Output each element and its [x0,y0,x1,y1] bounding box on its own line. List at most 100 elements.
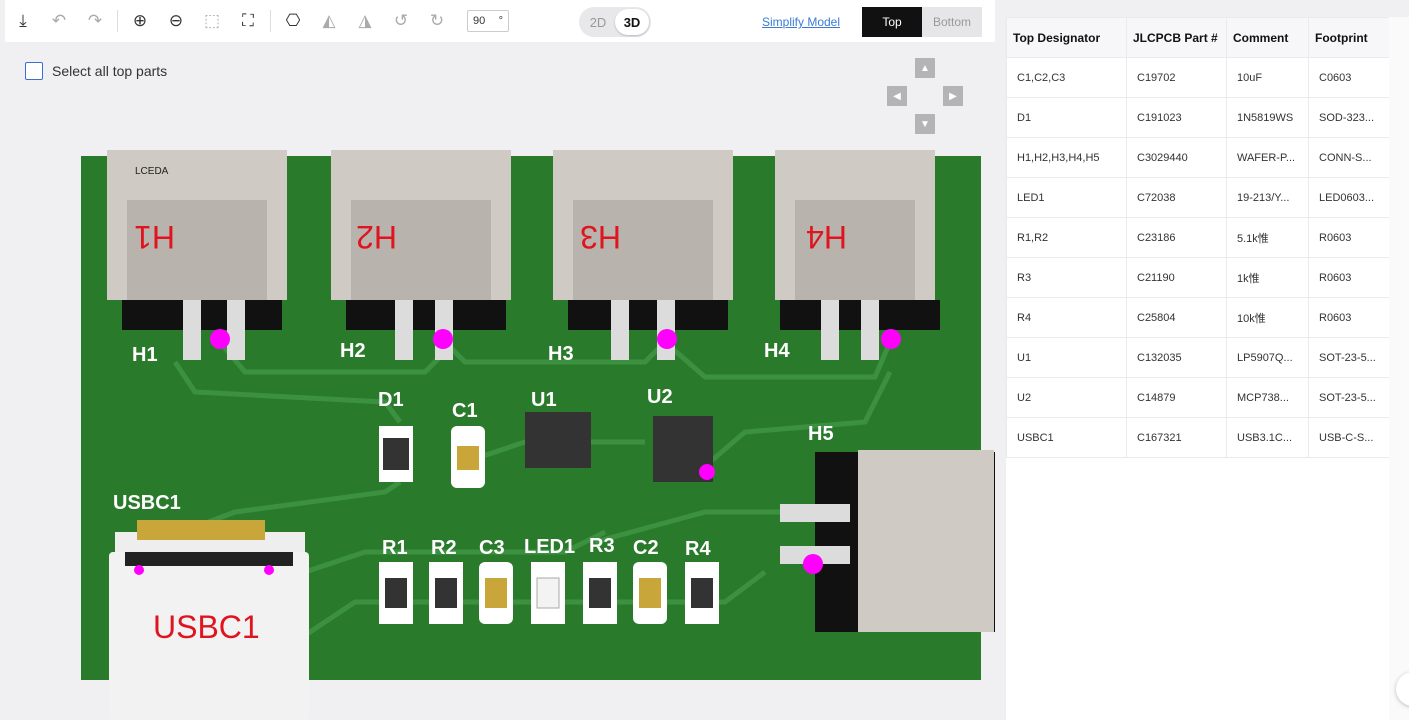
capacitor-c1[interactable] [451,426,485,488]
view-front-icon[interactable]: ◭ [311,0,347,42]
redo-icon[interactable]: ↷ [77,0,113,42]
top-side-button[interactable]: Top [862,7,922,37]
bom-cell: U1 [1006,337,1127,378]
bom-row[interactable]: R3 C21190 1k惟 R0603 [1006,257,1391,298]
capacitor-c2[interactable] [633,562,667,624]
toolbar-divider [117,10,118,32]
silk-c3: C3 [479,537,505,559]
silk-h4: H4 [764,340,790,362]
bom-cell: WAFER-P... [1226,137,1309,178]
capacitor-c3[interactable] [479,562,513,624]
pcb-render[interactable]: LCEDA H1 H2 H3 H4 H5 D1 C1 U1 U2 USBC1 R… [5,42,995,720]
ldo-u1[interactable] [525,412,591,468]
bottom-side-button[interactable]: Bottom [922,7,982,37]
zoom-out-icon[interactable]: ⊖ [158,0,194,42]
bom-cell: 1N5819WS [1226,97,1309,138]
bom-row[interactable]: D1 C191023 1N5819WS SOD-323... [1006,97,1391,138]
body-label-usbc1: USBC1 [153,609,260,645]
bom-column-header[interactable]: JLCPCB Part # [1126,17,1227,58]
diode-d1[interactable] [379,426,413,482]
bom-row[interactable]: H1,H2,H3,H4,H5 C3029440 WAFER-P... CONN-S..… [1006,137,1391,178]
view-2d-button[interactable]: 2D [581,9,615,35]
bom-table: Top Designator JLCPCB Part # Comment Footpr… [1006,17,1391,458]
bom-cell: 19-213/Y... [1226,177,1309,218]
bom-cell: LP5907Q... [1226,337,1309,378]
undo-icon[interactable]: ↶ [41,0,77,42]
bom-cell: USBC1 [1006,417,1127,458]
bom-row[interactable]: U2 C14879 MCP738... SOT-23-5... [1006,377,1391,418]
rotation-angle-input[interactable]: 90 ° [467,10,509,32]
scroll-rail[interactable] [1389,17,1409,720]
bom-table-panel: Top Designator JLCPCB Part # Comment Footpr… [1005,17,1391,720]
view-mode-toggle: 2D 3D [579,7,651,37]
bom-cell: 1k惟 [1226,257,1309,298]
bom-cell: MCP738... [1226,377,1309,418]
bom-cell: C132035 [1126,337,1227,378]
body-label-h1: H1 [134,219,175,255]
body-label-h3: H3 [580,219,621,255]
bom-row[interactable]: R1,R2 C23186 5.1k惟 R0603 [1006,217,1391,258]
resistor-r1[interactable] [379,562,413,624]
bom-cell: 10uF [1226,57,1309,98]
silk-r2: R2 [431,537,457,559]
bom-cell: C25804 [1126,297,1227,338]
fit-view-icon[interactable]: ⛶ [230,0,266,42]
bom-row[interactable]: C1,C2,C3 C19702 10uF C0603 [1006,57,1391,98]
angle-unit: ° [498,15,503,27]
bom-cell: R1,R2 [1006,217,1127,258]
3d-viewport[interactable]: Select all top parts ▲ ◀ ▶ ▼ LCEDA H1 H2… [5,42,995,720]
bom-cell: CONN-S... [1308,137,1391,178]
bom-cell: C23186 [1126,217,1227,258]
zoom-area-icon[interactable]: ⬚ [194,0,230,42]
silk-d1: D1 [378,389,404,411]
bom-cell: 10k惟 [1226,297,1309,338]
bom-cell: C1,C2,C3 [1006,57,1127,98]
connector-brand-label: LCEDA [135,166,169,177]
bom-cell: C0603 [1308,57,1391,98]
bom-cell: C14879 [1126,377,1227,418]
body-label-h4: H4 [806,219,847,255]
bom-row[interactable]: U1 C132035 LP5907Q... SOT-23-5... [1006,337,1391,378]
simplify-model-link[interactable]: Simplify Model [762,15,840,29]
bom-cell: R0603 [1308,297,1391,338]
resistor-r3[interactable] [583,562,617,624]
connector-h1[interactable]: LCEDA [107,150,287,360]
bom-cell: USB-C-S... [1308,417,1391,458]
bom-cell: D1 [1006,97,1127,138]
view-side-icon[interactable]: ◮ [347,0,383,42]
bom-cell: USB3.1C... [1226,417,1309,458]
bom-row[interactable]: LED1 C72038 19-213/Y... LED0603... [1006,177,1391,218]
zoom-in-icon[interactable]: ⊕ [122,0,158,42]
bom-column-header[interactable]: Footprint [1308,17,1391,58]
pcb-3d-viewer-app: ⤓ ↶ ↷ ⊕ ⊖ ⬚ ⛶ ⎔ ◭ ◮ ↺ ↻ 90 ° 2D 3D Simpl… [0,0,1409,720]
silk-led1: LED1 [524,536,575,558]
silk-r1: R1 [382,537,408,559]
bom-row[interactable]: R4 C25804 10k惟 R0603 [1006,297,1391,338]
bom-cell: H1,H2,H3,H4,H5 [1006,137,1127,178]
resistor-r2[interactable] [429,562,463,624]
bom-cell: SOT-23-5... [1308,377,1391,418]
silk-u2: U2 [647,386,673,408]
bom-cell: LED0603... [1308,177,1391,218]
connector-h3[interactable] [553,150,733,360]
bom-row[interactable]: USBC1 C167321 USB3.1C... USB-C-S... [1006,417,1391,458]
connector-h4[interactable] [775,150,940,360]
bom-cell: C21190 [1126,257,1227,298]
toolbar: ⤓ ↶ ↷ ⊕ ⊖ ⬚ ⛶ ⎔ ◭ ◮ ↺ ↻ 90 ° [5,0,995,42]
view-3d-button[interactable]: 3D [615,9,649,35]
bom-column-header[interactable]: Top Designator [1006,17,1127,58]
led-led1[interactable] [531,562,565,624]
rotate-right-icon[interactable]: ↻ [419,0,455,42]
silk-u1: U1 [531,389,557,411]
silk-r4: R4 [685,538,711,560]
auto-fit-icon[interactable]: ⎔ [275,0,311,42]
bom-cell: C3029440 [1126,137,1227,178]
board-side-toggle: Top Bottom [862,7,982,37]
download-icon[interactable]: ⤓ [5,0,41,42]
bom-column-header[interactable]: Comment [1226,17,1309,58]
bom-cell: R4 [1006,297,1127,338]
resistor-r4[interactable] [685,562,719,624]
bom-cell: LED1 [1006,177,1127,218]
rotate-left-icon[interactable]: ↺ [383,0,419,42]
silk-h2: H2 [340,340,366,362]
